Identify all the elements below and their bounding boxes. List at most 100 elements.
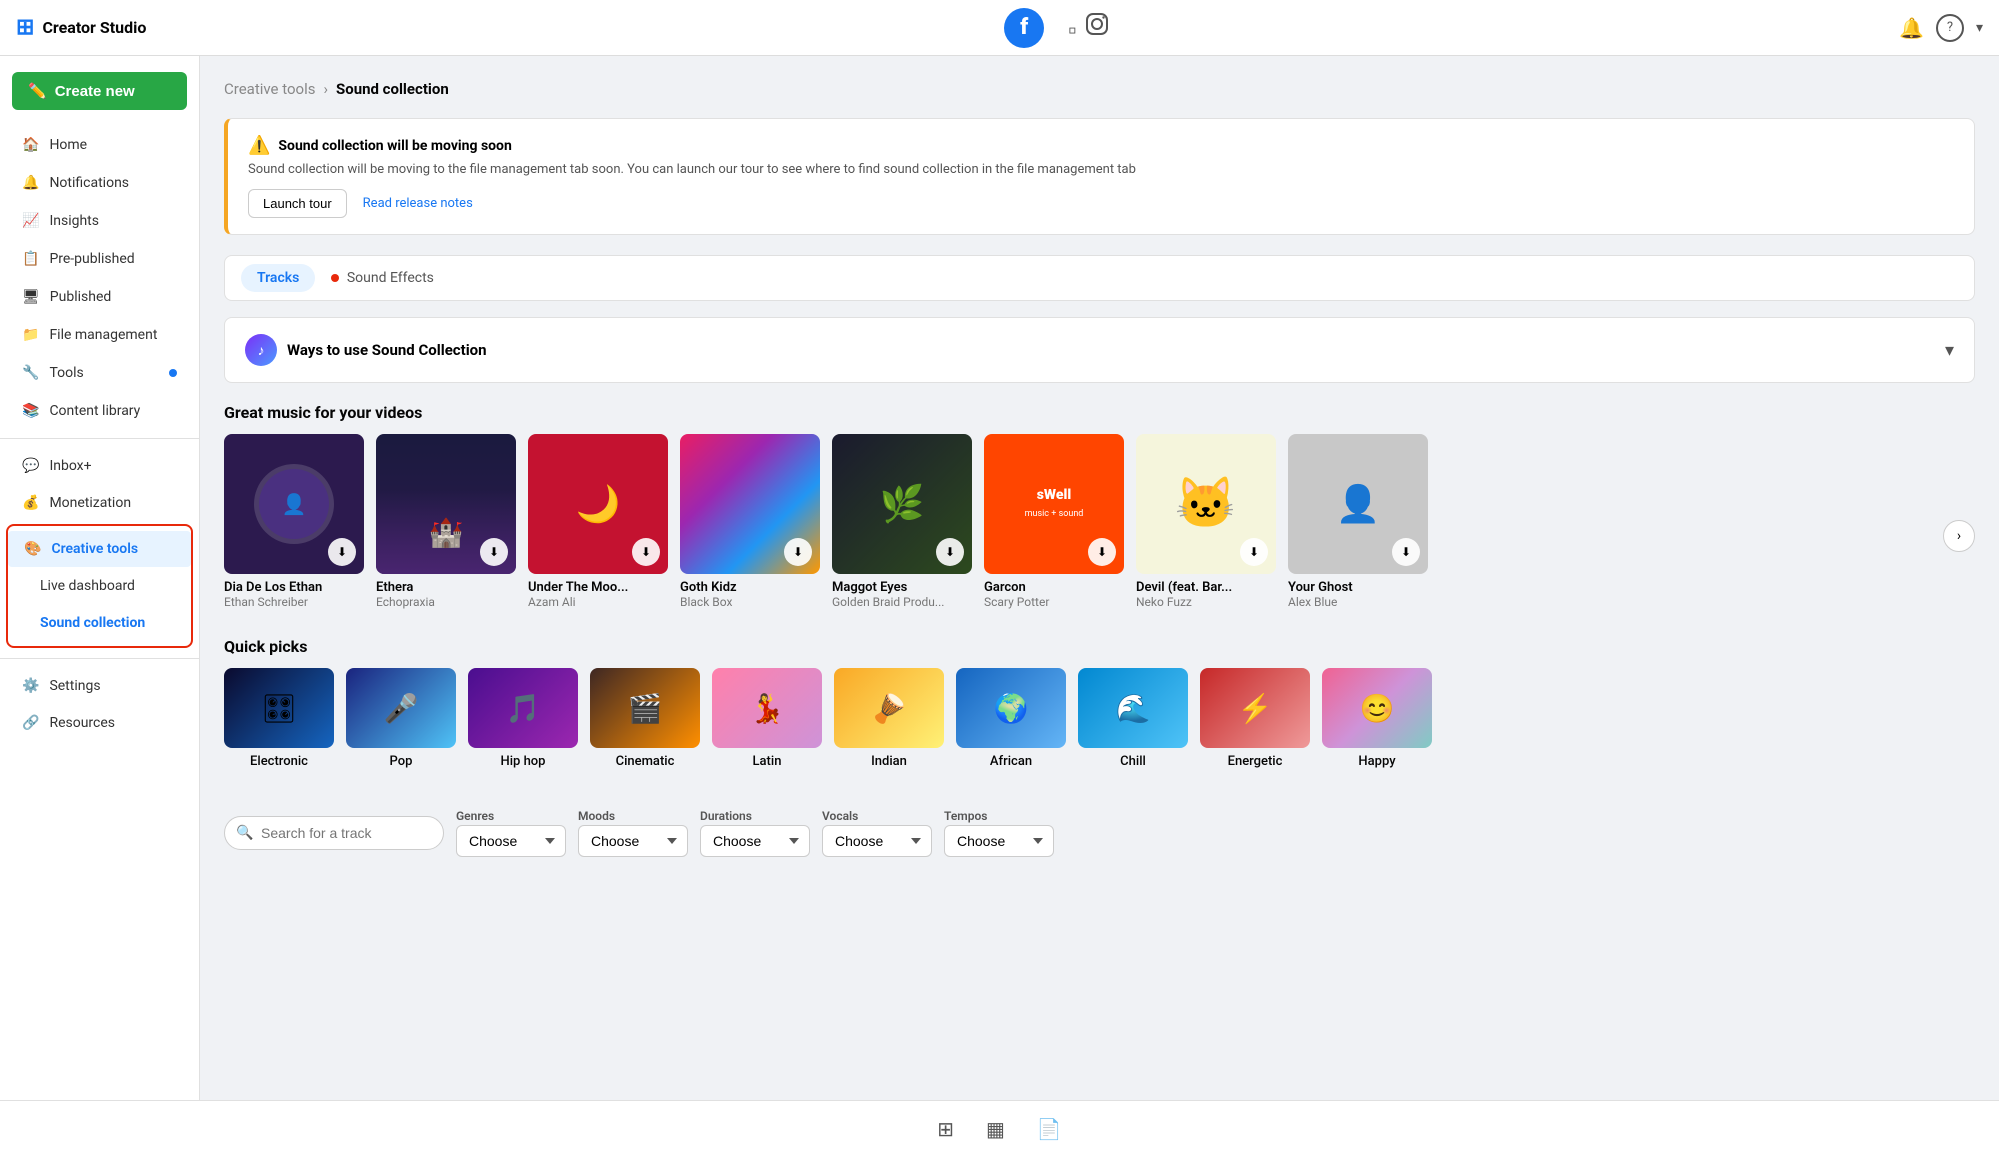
qp-label: African xyxy=(956,754,1066,769)
sidebar-item-inbox[interactable]: 💬 Inbox+ xyxy=(6,448,193,484)
launch-tour-button[interactable]: Launch tour xyxy=(248,189,347,218)
settings-icon: ⚙️ xyxy=(22,678,39,694)
tab-sound-effects-label: Sound Effects xyxy=(347,270,434,286)
facebook-icon[interactable]: f xyxy=(1004,8,1044,48)
qp-thumbnail: 🎤 xyxy=(346,668,456,748)
moods-filter: Moods Choose xyxy=(578,809,688,857)
search-input[interactable] xyxy=(224,816,444,850)
music-name: Goth Kidz xyxy=(680,580,820,595)
music-card[interactable]: ⬇ Goth Kidz Black Box xyxy=(680,434,820,609)
sidebar-item-tools[interactable]: 🔧 Tools xyxy=(6,355,193,391)
qp-card-pop[interactable]: 🎤 Pop xyxy=(346,668,456,769)
qp-card-cinematic[interactable]: 🎬 Cinematic xyxy=(590,668,700,769)
ways-section[interactable]: ♪ Ways to use Sound Collection ▾ xyxy=(224,317,1975,383)
qp-card-electronic[interactable]: 🎛 Electronic xyxy=(224,668,334,769)
music-play-icon[interactable]: ⬇ xyxy=(1088,538,1116,566)
app-logo: ⊞ Creator Studio xyxy=(16,15,216,40)
qp-thumbnail: 🎛 xyxy=(224,668,334,748)
qp-label: Hip hop xyxy=(468,754,578,769)
qp-card-indian[interactable]: 🪘 Indian xyxy=(834,668,944,769)
music-card[interactable]: sWellmusic + sound ⬇ Garcon Scary Potter xyxy=(984,434,1124,609)
sidebar-item-live-dashboard[interactable]: Live dashboard xyxy=(8,568,191,604)
qp-card-hiphop[interactable]: 🎵 Hip hop xyxy=(468,668,578,769)
app-body: ✏️ Create new 🏠 Home 🔔 Notifications 📈 I… xyxy=(0,56,1999,1100)
qp-thumbnail: 🌊 xyxy=(1078,668,1188,748)
alert-title-text: Sound collection will be moving soon xyxy=(278,138,511,154)
qp-card-latin[interactable]: 💃 Latin xyxy=(712,668,822,769)
sidebar-item-monetization[interactable]: 💰 Monetization xyxy=(6,485,193,521)
scroll-right-arrow[interactable]: › xyxy=(1943,520,1975,552)
file-management-icon: 📁 xyxy=(22,327,39,343)
moods-label: Moods xyxy=(578,809,688,823)
music-thumbnail: 🏰 ⬇ xyxy=(376,434,516,574)
filter-bar: 🔍 Genres Choose Moods Choose Durations C… xyxy=(224,797,1975,869)
create-new-label: Create new xyxy=(55,83,135,100)
sidebar-item-home[interactable]: 🏠 Home xyxy=(6,127,193,163)
quick-picks-section: Quick picks 🎛 Electronic 🎤 Pop 🎵 Hip hop… xyxy=(224,637,1975,777)
tools-dot xyxy=(169,369,177,377)
music-artist: Neko Fuzz xyxy=(1136,595,1276,609)
music-play-icon[interactable]: ⬇ xyxy=(784,538,812,566)
music-artist: Echopraxia xyxy=(376,595,516,609)
ways-icon: ♪ xyxy=(245,334,277,366)
durations-select[interactable]: Choose xyxy=(700,825,810,857)
music-play-icon[interactable]: ⬇ xyxy=(480,538,508,566)
music-card[interactable]: 👤 ⬇ Dia De Los Ethan Ethan Schreiber xyxy=(224,434,364,609)
sidebar-item-pre-published[interactable]: 📋 Pre-published xyxy=(6,241,193,277)
qp-thumbnail: ⚡ xyxy=(1200,668,1310,748)
published-icon: 🖥 xyxy=(22,289,40,305)
music-card[interactable]: 🏰 ⬇ Ethera Echopraxia xyxy=(376,434,516,609)
bell-icon[interactable]: 🔔 xyxy=(1899,16,1924,40)
sidebar-item-file-management[interactable]: 📁 File management xyxy=(6,317,193,353)
app-title: Creator Studio xyxy=(42,18,146,37)
sidebar-item-sound-collection[interactable]: Sound collection xyxy=(8,605,191,641)
music-card[interactable]: 🌙 ⬇ Under The Moo... Azam Ali xyxy=(528,434,668,609)
sidebar-item-label: Home xyxy=(49,137,87,153)
qp-label: Pop xyxy=(346,754,456,769)
sidebar-item-published[interactable]: 🖥 Published xyxy=(6,279,193,315)
music-play-icon[interactable]: ⬇ xyxy=(1240,538,1268,566)
qp-thumbnail: 🎬 xyxy=(590,668,700,748)
sidebar-item-label: Published xyxy=(50,289,111,305)
sidebar-item-label: Insights xyxy=(49,213,99,229)
music-play-icon[interactable]: ⬇ xyxy=(632,538,660,566)
vocals-select[interactable]: Choose xyxy=(822,825,932,857)
music-card[interactable]: 👤 ⬇ Your Ghost Alex Blue xyxy=(1288,434,1428,609)
grid-icon: ⊞ xyxy=(16,15,34,40)
help-icon[interactable]: ? xyxy=(1936,14,1964,42)
alert-warning-icon: ⚠️ xyxy=(248,135,270,156)
sidebar-item-content-library[interactable]: 📚 Content library xyxy=(6,393,193,429)
sidebar-item-notifications[interactable]: 🔔 Notifications xyxy=(6,165,193,201)
music-card[interactable]: 🐱 ⬇ Devil (feat. Bar... Neko Fuzz xyxy=(1136,434,1276,609)
tab-tracks[interactable]: Tracks xyxy=(241,264,315,292)
tempos-select[interactable]: Choose xyxy=(944,825,1054,857)
instagram-icon[interactable]: ▫ xyxy=(1068,10,1110,45)
tab-sound-effects[interactable]: Sound Effects xyxy=(315,264,450,292)
music-artist: Alex Blue xyxy=(1288,595,1428,609)
list-view-icon[interactable]: 📄 xyxy=(1037,1117,1062,1141)
qp-card-happy[interactable]: 😊 Happy xyxy=(1322,668,1432,769)
qp-card-chill[interactable]: 🌊 Chill xyxy=(1078,668,1188,769)
sidebar-item-insights[interactable]: 📈 Insights xyxy=(6,203,193,239)
table-view-icon[interactable]: ▦ xyxy=(986,1117,1005,1141)
account-chevron-icon[interactable]: ▾ xyxy=(1976,20,1983,36)
qp-label: Happy xyxy=(1322,754,1432,769)
read-release-notes-link[interactable]: Read release notes xyxy=(363,196,473,211)
moods-select[interactable]: Choose xyxy=(578,825,688,857)
music-card[interactable]: 🌿 ⬇ Maggot Eyes Golden Braid Produ... xyxy=(832,434,972,609)
genres-select[interactable]: Choose xyxy=(456,825,566,857)
music-play-icon[interactable]: ⬇ xyxy=(328,538,356,566)
qp-card-energetic[interactable]: ⚡ Energetic xyxy=(1200,668,1310,769)
sidebar-item-settings[interactable]: ⚙️ Settings xyxy=(6,668,193,704)
music-play-icon[interactable]: ⬇ xyxy=(936,538,964,566)
sidebar-section-2: 💬 Inbox+ 💰 Monetization xyxy=(0,438,199,522)
grid-view-icon[interactable]: ⊞ xyxy=(937,1117,954,1141)
music-play-icon[interactable]: ⬇ xyxy=(1392,538,1420,566)
create-new-button[interactable]: ✏️ Create new xyxy=(12,72,187,110)
qp-thumbnail: 🌍 xyxy=(956,668,1066,748)
sidebar-item-resources[interactable]: 🔗 Resources xyxy=(6,705,193,741)
tabs-row: Tracks Sound Effects xyxy=(224,255,1975,301)
alert-description: Sound collection will be moving to the f… xyxy=(248,162,1954,177)
sidebar-item-creative-tools[interactable]: 🎨 Creative tools xyxy=(8,531,191,567)
qp-card-african[interactable]: 🌍 African xyxy=(956,668,1066,769)
